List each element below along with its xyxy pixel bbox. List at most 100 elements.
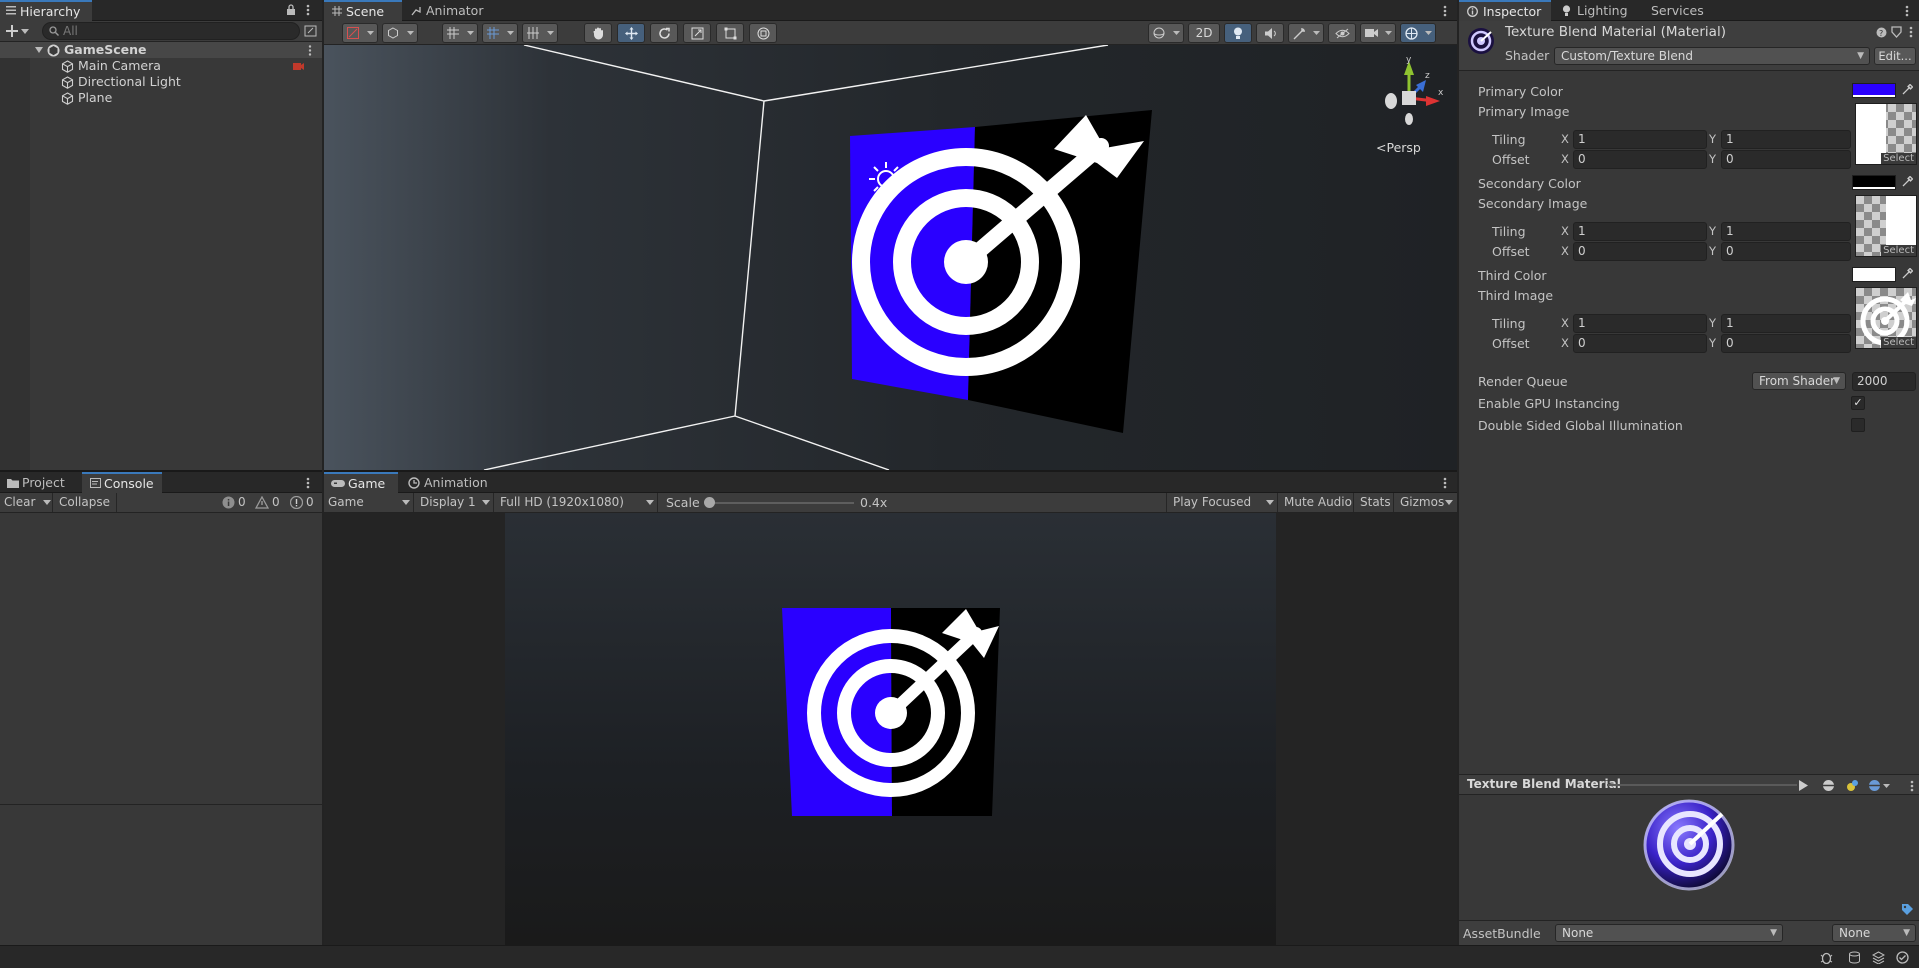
move-tool-button[interactable] [617, 23, 645, 43]
clear-button[interactable]: Clear [0, 493, 53, 512]
mode-2d-button[interactable]: 2D [1188, 23, 1220, 43]
lighting-preview-icon[interactable] [1846, 779, 1859, 792]
scene-visibility-button[interactable] [1328, 23, 1356, 43]
cache-server-icon[interactable] [1848, 951, 1861, 964]
check-circle-icon[interactable] [1896, 951, 1909, 964]
hierarchy-scene-row[interactable]: GameScene [0, 42, 322, 58]
lighting-mode-button[interactable] [1148, 23, 1184, 43]
tiling-x-field[interactable]: 1 [1573, 222, 1707, 241]
select-texture-button[interactable]: Select [1881, 153, 1916, 164]
perspective-label[interactable]: <Persp [1376, 140, 1421, 155]
display-select[interactable]: Display 1 [416, 493, 494, 512]
collapse-toggle[interactable]: Collapse [55, 493, 117, 512]
rect-tool-button[interactable] [716, 23, 744, 43]
hand-tool-button[interactable] [584, 23, 612, 43]
plus-icon[interactable] [6, 25, 18, 37]
select-texture-button[interactable]: Select [1881, 245, 1916, 256]
eyedropper-icon[interactable] [1902, 84, 1913, 95]
kebab-menu-icon[interactable] [1905, 5, 1909, 17]
edit-shader-button[interactable]: Edit... [1874, 47, 1916, 65]
hierarchy-item-directional-light[interactable]: Directional Light [0, 74, 322, 90]
hierarchy-search-input[interactable]: All [42, 22, 300, 40]
kebab-menu-icon[interactable] [1443, 477, 1447, 489]
tab-services[interactable]: Services [1641, 0, 1711, 21]
play-icon[interactable] [1798, 780, 1808, 791]
offset-y-field[interactable]: 0 [1721, 150, 1851, 169]
tiling-y-field[interactable]: 1 [1721, 222, 1851, 241]
tiling-x-field[interactable]: 1 [1573, 130, 1707, 149]
scene-visibility-icon[interactable] [304, 25, 317, 37]
error-count-toggle[interactable]: 0 [288, 493, 320, 512]
select-texture-button[interactable]: Select [1881, 337, 1916, 348]
chevron-down-icon[interactable] [1883, 784, 1890, 788]
rotate-tool-button[interactable] [650, 23, 678, 43]
kebab-menu-icon[interactable] [1443, 5, 1447, 17]
shading-mode-button[interactable] [382, 23, 418, 43]
help-icon[interactable]: ? [1876, 27, 1887, 38]
preset-icon[interactable] [1891, 26, 1902, 38]
stats-toggle[interactable]: Stats [1355, 493, 1394, 512]
tiling-y-field[interactable]: 1 [1721, 314, 1851, 333]
debug-bug-icon[interactable] [1820, 951, 1833, 964]
third-image-thumbnail[interactable]: Select [1855, 287, 1917, 349]
eyedropper-icon[interactable] [1902, 176, 1913, 187]
lighting-toggle-button[interactable] [1224, 23, 1252, 43]
orientation-gizmo[interactable]: y x z [1374, 53, 1444, 131]
effects-button[interactable] [1288, 23, 1324, 43]
secondary-color-swatch[interactable] [1852, 175, 1896, 190]
audio-toggle-button[interactable] [1256, 23, 1284, 43]
play-focused-select[interactable]: Play Focused [1166, 493, 1278, 512]
third-color-swatch[interactable] [1852, 267, 1896, 282]
lock-icon[interactable] [286, 4, 296, 16]
double-sided-gi-checkbox[interactable] [1851, 418, 1865, 432]
primary-image-thumbnail[interactable]: Select [1855, 103, 1917, 165]
chevron-down-icon[interactable] [43, 500, 51, 505]
offset-y-field[interactable]: 0 [1721, 334, 1851, 353]
kebab-menu-icon[interactable] [1909, 26, 1913, 38]
preview-shape-icon[interactable] [1868, 779, 1881, 792]
render-queue-field[interactable]: 2000 [1852, 372, 1916, 391]
material-preview-area[interactable] [1459, 795, 1919, 915]
resolution-select[interactable]: Full HD (1920x1080) [496, 493, 658, 512]
gizmos-button[interactable] [1400, 23, 1436, 43]
scene-viewport[interactable]: y x z <Persp [324, 45, 1457, 470]
offset-x-field[interactable]: 0 [1573, 242, 1707, 261]
log-count-toggle[interactable]: 0 [220, 493, 250, 512]
gizmos-select[interactable]: Gizmos [1395, 493, 1457, 512]
mute-audio-toggle[interactable]: Mute Audio [1279, 493, 1354, 512]
gpu-instancing-checkbox[interactable]: ✓ [1851, 396, 1865, 410]
assetbundle-variant-select[interactable]: None ▼ [1832, 924, 1916, 942]
sphere-preview-icon[interactable] [1822, 779, 1835, 792]
grid-toggle-button[interactable] [482, 23, 518, 43]
kebab-menu-icon[interactable] [308, 45, 312, 56]
transform-tool-button[interactable] [749, 23, 777, 43]
kebab-menu-icon[interactable] [1910, 780, 1914, 792]
eyedropper-icon[interactable] [1902, 268, 1913, 279]
secondary-image-thumbnail[interactable]: Select [1855, 195, 1917, 257]
kebab-menu-icon[interactable] [306, 4, 310, 16]
grid-snap-button[interactable] [442, 23, 478, 43]
scale-tool-button[interactable] [683, 23, 711, 43]
shader-select[interactable]: Custom/Texture Blend ▼ [1554, 47, 1870, 65]
render-queue-select[interactable]: From Shader ▼ [1752, 372, 1846, 390]
draw-mode-button[interactable] [342, 23, 378, 43]
scale-slider-track[interactable] [708, 502, 854, 504]
offset-x-field[interactable]: 0 [1573, 334, 1707, 353]
layers-icon[interactable] [1872, 951, 1885, 964]
preview-resize-handle[interactable] [1607, 784, 1797, 786]
offset-x-field[interactable]: 0 [1573, 150, 1707, 169]
increment-snap-button[interactable] [522, 23, 558, 43]
hierarchy-item-plane[interactable]: Plane [0, 90, 322, 106]
chevron-down-icon[interactable] [21, 29, 29, 34]
asset-label-icon[interactable] [1901, 903, 1914, 916]
kebab-menu-icon[interactable] [306, 477, 310, 489]
tiling-x-field[interactable]: 1 [1573, 314, 1707, 333]
camera-settings-button[interactable] [1360, 23, 1396, 43]
hierarchy-item-main-camera[interactable]: Main Camera [0, 58, 322, 74]
assetbundle-name-select[interactable]: None ▼ [1555, 924, 1783, 942]
expand-arrow-icon[interactable] [35, 47, 43, 53]
tiling-y-field[interactable]: 1 [1721, 130, 1851, 149]
scale-slider-thumb[interactable] [704, 497, 715, 508]
primary-color-swatch[interactable] [1852, 83, 1896, 98]
offset-y-field[interactable]: 0 [1721, 242, 1851, 261]
